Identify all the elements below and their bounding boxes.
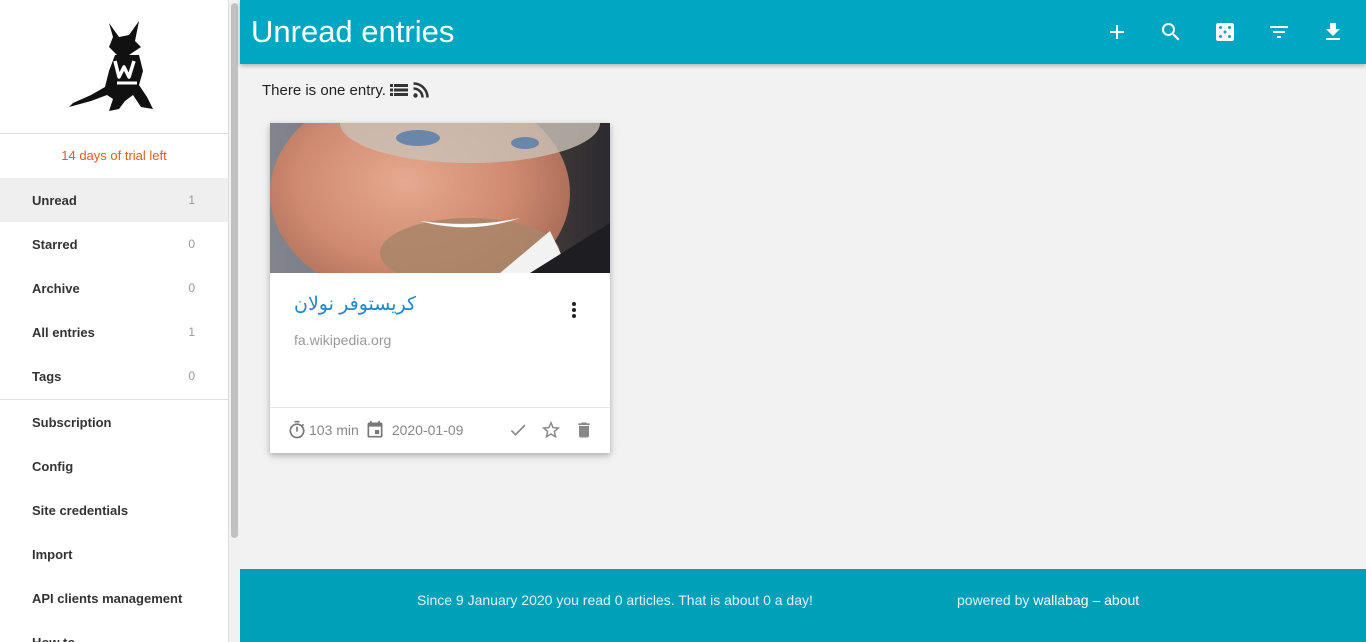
more-vert-icon — [572, 302, 576, 318]
entry-date-value: 2020-01-09 — [391, 422, 464, 438]
trash-icon — [577, 422, 590, 438]
sidebar-item-unread[interactable]: Unread 1 — [0, 178, 228, 222]
sidebar-item-count: 1 — [188, 325, 195, 339]
footer-powered: powered by wallabag – about — [957, 592, 1139, 608]
entry-title[interactable]: کریستوفر نولان — [294, 293, 416, 316]
footer: Since 9 January 2020 you read 0 articles… — [240, 569, 1366, 642]
logo-area — [0, 0, 228, 134]
reading-time-value: 103 min — [309, 422, 359, 438]
sidebar-item-label: Tags — [32, 368, 62, 384]
footer-separator: – — [1092, 592, 1101, 608]
entry-preview-image[interactable] — [270, 123, 610, 273]
search-icon — [1162, 23, 1180, 41]
entry-card-footer: 103 min 2020-01-09 — [270, 408, 610, 452]
calendar-icon — [367, 420, 383, 438]
filter-button[interactable] — [1252, 0, 1306, 64]
sidebar-item-label: All entries — [32, 324, 95, 340]
wallabag-logo[interactable] — [69, 20, 159, 113]
entry-card: کریستوفر نولان fa.wikipedia.org 103 min … — [270, 123, 610, 453]
list-view-icon[interactable] — [389, 81, 408, 99]
download-button[interactable] — [1306, 0, 1360, 64]
search-button[interactable] — [1144, 0, 1198, 64]
sidebar-item-config[interactable]: Config — [0, 444, 228, 488]
entry-card-body: کریستوفر نولان fa.wikipedia.org — [270, 273, 610, 408]
scrollbar-thumb[interactable] — [231, 3, 238, 538]
mark-read-button[interactable] — [501, 415, 534, 445]
random-button[interactable] — [1198, 0, 1252, 64]
sidebar: 14 days of trial left Unread 1 Starred 0… — [0, 0, 229, 642]
sidebar-item-import[interactable]: Import — [0, 532, 228, 576]
sidebar-item-all-entries[interactable]: All entries 1 — [0, 310, 228, 354]
add-button[interactable] — [1090, 0, 1144, 64]
about-link[interactable]: about — [1104, 592, 1139, 608]
check-icon — [510, 424, 525, 436]
star-button[interactable] — [534, 415, 567, 445]
sidebar-item-count: 0 — [188, 237, 195, 251]
top-bar: Unread entries — [240, 0, 1366, 64]
sidebar-item-tags[interactable]: Tags 0 — [0, 354, 228, 398]
trial-notice[interactable]: 14 days of trial left — [0, 134, 228, 178]
add-icon — [1110, 25, 1124, 39]
footer-stats: Since 9 January 2020 you read 0 articles… — [417, 592, 813, 608]
entry-count-text: There is one entry. — [262, 81, 386, 99]
entry-actions — [501, 415, 600, 445]
sidebar-item-label: Starred — [32, 236, 78, 252]
sidebar-item-subscription[interactable]: Subscription — [0, 400, 228, 444]
sidebar-item-site-credentials[interactable]: Site credentials — [0, 488, 228, 532]
delete-button[interactable] — [567, 415, 600, 445]
download-icon — [1326, 23, 1340, 40]
nav-secondary: Subscription Config Site credentials Imp… — [0, 400, 228, 642]
timer-icon — [289, 420, 305, 439]
sidebar-item-how-to[interactable]: How to — [0, 620, 228, 642]
sidebar-item-label: Archive — [32, 280, 80, 296]
star-outline-icon — [541, 420, 560, 439]
random-icon — [1216, 23, 1234, 41]
sidebar-scrollbar[interactable] — [229, 0, 240, 642]
sidebar-item-count: 1 — [188, 193, 195, 207]
nav-primary: Unread 1 Starred 0 Archive 0 All entries… — [0, 178, 228, 398]
rss-icon[interactable] — [412, 81, 430, 99]
sidebar-item-count: 0 — [188, 281, 195, 295]
powered-by-label: powered by — [957, 592, 1030, 608]
sidebar-item-archive[interactable]: Archive 0 — [0, 266, 228, 310]
filter-icon — [1270, 26, 1288, 38]
entry-domain[interactable]: fa.wikipedia.org — [294, 332, 391, 348]
wallabag-link[interactable]: wallabag — [1033, 592, 1088, 608]
page-title: Unread entries — [251, 14, 455, 49]
reading-time: 103 min — [287, 420, 359, 440]
sidebar-item-count: 0 — [188, 369, 195, 383]
sidebar-item-api-clients[interactable]: API clients management — [0, 576, 228, 620]
entry-count: There is one entry. — [262, 81, 430, 99]
entry-menu-button[interactable] — [566, 299, 582, 321]
main-content: There is one entry. کریستوفر نولان fa.wi… — [240, 64, 1366, 569]
entry-date: 2020-01-09 — [365, 420, 464, 440]
sidebar-item-starred[interactable]: Starred 0 — [0, 222, 228, 266]
entry-photo — [270, 123, 610, 273]
sidebar-item-label: Unread — [32, 192, 77, 208]
